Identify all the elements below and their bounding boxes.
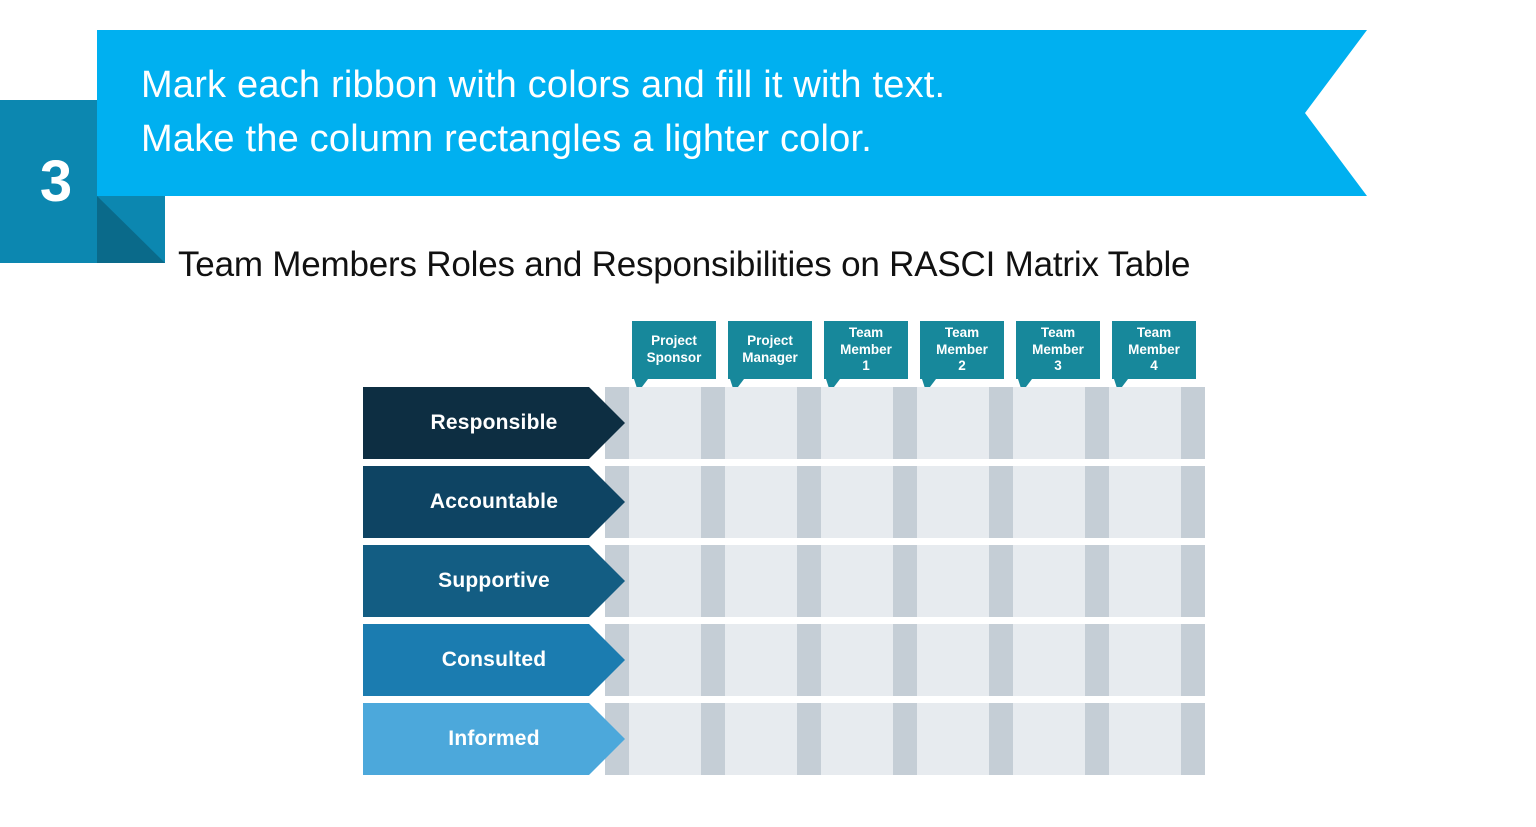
column-header-6[interactable]: Team Member 4 xyxy=(1112,321,1196,392)
cell-separator-7 xyxy=(1181,545,1205,617)
column-header-label: Team Member 3 xyxy=(1032,324,1084,374)
row-ribbon-2[interactable]: Accountable xyxy=(363,466,625,538)
cell-separator-7 xyxy=(1181,703,1205,775)
cell-separator-7 xyxy=(1181,466,1205,538)
cell-separator-6 xyxy=(1085,703,1109,775)
column-header-label: Team Member 2 xyxy=(936,324,988,374)
cell-separator-6 xyxy=(1085,387,1109,459)
row-ribbon-1[interactable]: Responsible xyxy=(363,387,625,459)
cell-separator-3 xyxy=(797,387,821,459)
cell-separator-5 xyxy=(989,703,1013,775)
table-row xyxy=(605,703,1205,775)
cell-separator-4 xyxy=(893,387,917,459)
cell-separator-4 xyxy=(893,466,917,538)
row-ribbon-label: Accountable xyxy=(429,490,559,513)
row-ribbon-label: Consulted xyxy=(441,648,547,671)
cell-separator-4 xyxy=(893,624,917,696)
slide-canvas: 3 Mark each ribbon with colors and fill … xyxy=(0,0,1536,827)
cell-separator-7 xyxy=(1181,624,1205,696)
table-row xyxy=(605,624,1205,696)
cell-separator-2 xyxy=(701,624,725,696)
cell-separator-5 xyxy=(989,545,1013,617)
row-ribbon-5[interactable]: Informed xyxy=(363,703,625,775)
column-header-3[interactable]: Team Member 1 xyxy=(824,321,908,392)
cell-separator-5 xyxy=(989,466,1013,538)
table-row xyxy=(605,545,1205,617)
cell-separator-6 xyxy=(1085,466,1109,538)
column-header-label: Team Member 4 xyxy=(1128,324,1180,374)
cell-separator-2 xyxy=(701,466,725,538)
row-ribbon-3[interactable]: Supportive xyxy=(363,545,625,617)
cell-separator-4 xyxy=(893,703,917,775)
column-header-2[interactable]: Project Manager xyxy=(728,321,812,392)
cell-separator-5 xyxy=(989,387,1013,459)
cell-separator-6 xyxy=(1085,545,1109,617)
cell-separator-5 xyxy=(989,624,1013,696)
cell-separator-6 xyxy=(1085,624,1109,696)
table-row xyxy=(605,387,1205,459)
column-header-label: Team Member 1 xyxy=(840,324,892,374)
cell-separator-7 xyxy=(1181,387,1205,459)
column-header-5[interactable]: Team Member 3 xyxy=(1016,321,1100,392)
cell-separator-3 xyxy=(797,703,821,775)
cell-separator-2 xyxy=(701,387,725,459)
column-header-label: Project Sponsor xyxy=(646,333,702,365)
cell-separator-4 xyxy=(893,545,917,617)
row-ribbon-label: Informed xyxy=(448,727,540,750)
rasci-matrix: Project Sponsor Project Manager Team Membe… xyxy=(0,0,1536,827)
row-ribbon-4[interactable]: Consulted xyxy=(363,624,625,696)
table-row xyxy=(605,466,1205,538)
column-header-4[interactable]: Team Member 2 xyxy=(920,321,1004,392)
column-header-label: Project Manager xyxy=(742,333,798,365)
cell-separator-2 xyxy=(701,545,725,617)
row-ribbon-label: Supportive xyxy=(438,569,550,592)
row-ribbon-label: Responsible xyxy=(430,411,558,434)
cell-separator-2 xyxy=(701,703,725,775)
cell-separator-3 xyxy=(797,545,821,617)
cell-separator-3 xyxy=(797,466,821,538)
cell-separator-3 xyxy=(797,624,821,696)
column-header-1[interactable]: Project Sponsor xyxy=(632,321,716,392)
